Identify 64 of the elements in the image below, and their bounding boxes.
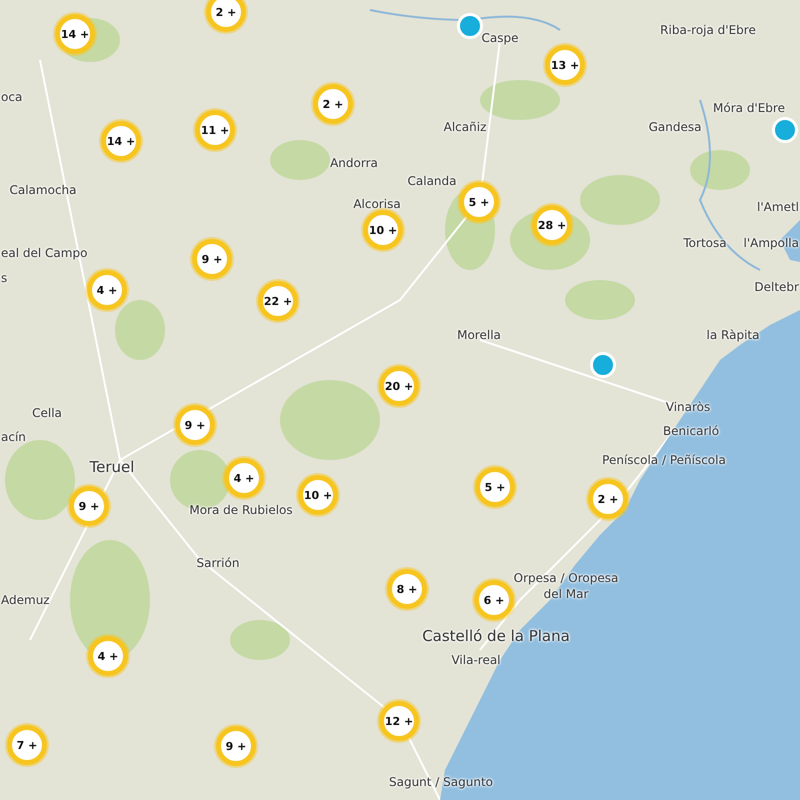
place-label: Morella	[457, 328, 501, 342]
cluster-marker[interactable]: 14 +	[101, 121, 141, 161]
place-label: Calamocha	[10, 183, 76, 197]
cluster-marker[interactable]: 13 +	[545, 45, 585, 85]
cluster-marker[interactable]: 11 +	[195, 110, 235, 150]
location-marker[interactable]	[457, 13, 483, 39]
place-label: Gandesa	[648, 120, 702, 134]
place-label: Sagunt / Sagunto	[388, 775, 494, 789]
place-label: acín	[1, 430, 26, 444]
cluster-marker[interactable]: 7 +	[7, 725, 47, 765]
cluster-marker[interactable]: 9 +	[216, 726, 256, 766]
place-label: s	[1, 271, 8, 285]
cluster-marker[interactable]: 4 +	[88, 636, 128, 676]
cluster-marker[interactable]: 10 +	[298, 475, 338, 515]
place-label: la Ràpita	[706, 328, 760, 342]
place-label: del Mar	[544, 587, 588, 601]
place-label: Cella	[32, 406, 62, 420]
place-label: Riba-roja d'Ebre	[660, 23, 756, 37]
place-label: Castelló de la Plana	[422, 627, 570, 645]
place-label: Vinaròs	[666, 400, 710, 414]
cluster-marker[interactable]: 2 +	[313, 84, 353, 124]
cluster-marker[interactable]: 14 +	[55, 14, 95, 54]
place-label: Alcañiz	[444, 120, 486, 134]
place-label: Calanda	[408, 174, 456, 188]
place-label: Teruel	[90, 458, 134, 476]
place-label: Deltebr	[754, 280, 799, 294]
cluster-marker[interactable]: 6 +	[474, 580, 514, 620]
place-label: Vila-real	[451, 653, 501, 667]
cluster-marker[interactable]: 22 +	[258, 281, 298, 321]
forest-area	[565, 280, 635, 320]
cluster-marker[interactable]: 20 +	[379, 366, 419, 406]
place-label: Tortosa	[683, 236, 727, 250]
place-label: eal del Campo	[1, 246, 88, 260]
place-label: l'Ampolla	[743, 236, 799, 250]
cluster-marker[interactable]: 4 +	[224, 458, 264, 498]
place-label: Mora de Rubielos	[189, 503, 293, 517]
place-label: Móra d'Ebre	[713, 101, 785, 115]
place-label: Sarrión	[196, 556, 240, 570]
cluster-marker[interactable]: 9 +	[192, 239, 232, 279]
place-label: Ademuz	[1, 593, 50, 607]
cluster-marker[interactable]: 9 +	[175, 405, 215, 445]
cluster-marker[interactable]: 2 +	[588, 479, 628, 519]
place-label: Andorra	[330, 156, 378, 170]
cluster-marker[interactable]: 4 +	[87, 270, 127, 310]
place-label: Orpesa / Oropesa	[514, 571, 618, 585]
place-label: Peníscola / Peñíscola	[602, 453, 726, 467]
forest-area	[115, 300, 165, 360]
cluster-marker[interactable]: 9 +	[69, 486, 109, 526]
cluster-marker[interactable]: 5 +	[459, 182, 499, 222]
cluster-marker[interactable]: 12 +	[379, 701, 419, 741]
cluster-marker[interactable]: 5 +	[475, 467, 515, 507]
cluster-marker[interactable]: 8 +	[387, 569, 427, 609]
cluster-marker[interactable]: 2 +	[206, 0, 246, 32]
location-marker[interactable]	[772, 117, 798, 143]
location-marker[interactable]	[590, 352, 616, 378]
place-label: l'Ametl	[757, 200, 799, 214]
place-label: Caspe	[482, 31, 518, 45]
forest-area	[230, 620, 290, 660]
place-label: oca	[1, 90, 22, 104]
forest-area	[690, 150, 750, 190]
place-label: Alcorisa	[353, 197, 401, 211]
cluster-marker[interactable]: 10 +	[363, 210, 403, 250]
forest-area	[270, 140, 330, 180]
place-label: Benicarló	[662, 424, 720, 438]
